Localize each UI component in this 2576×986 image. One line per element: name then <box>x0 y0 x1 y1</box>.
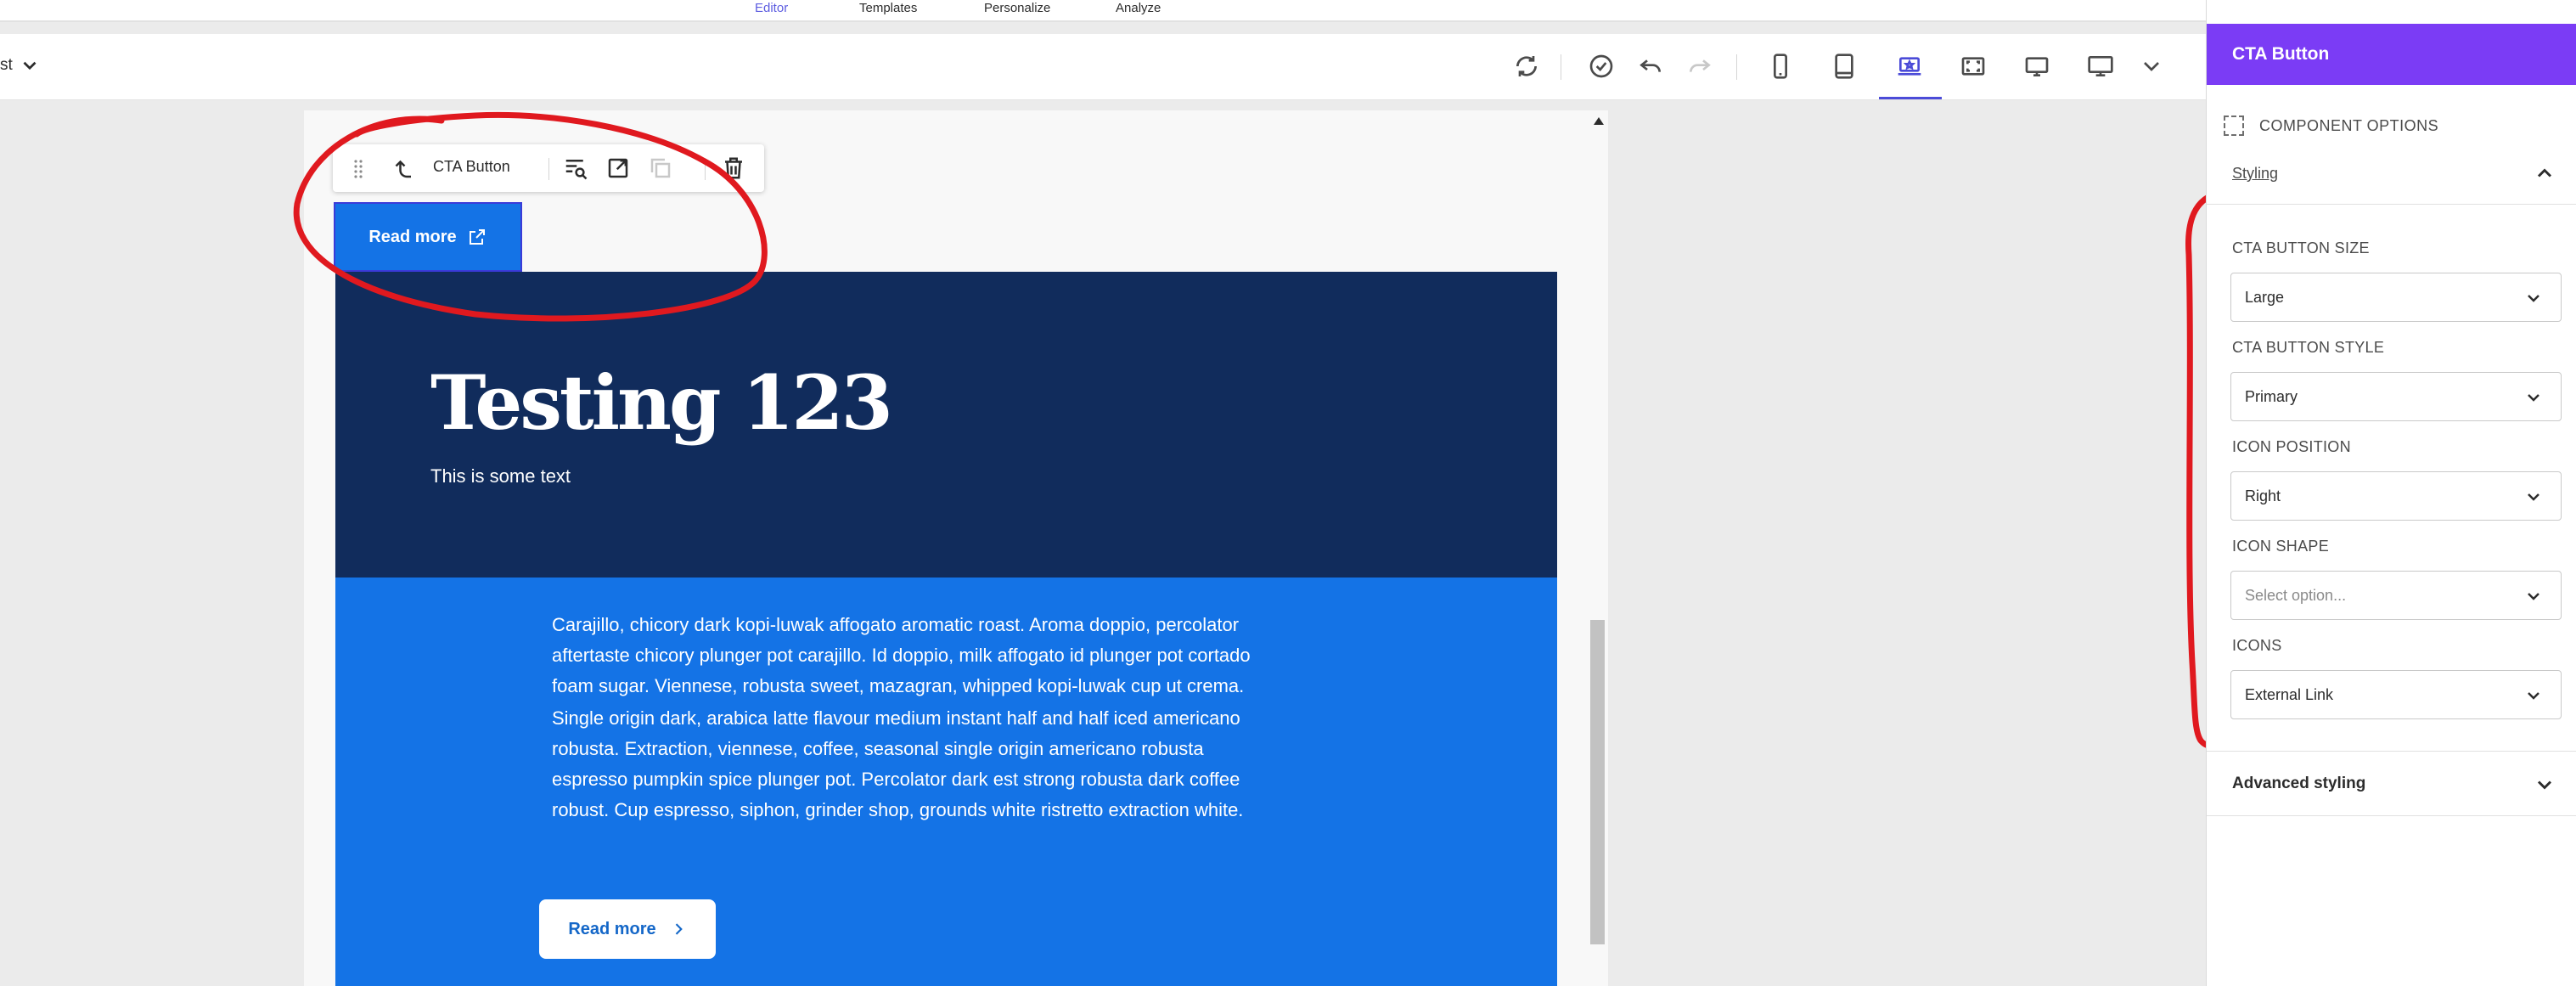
nav-tab-analyze[interactable]: Analyze <box>1116 1 1161 15</box>
icon-position-select[interactable]: Right <box>2230 471 2562 521</box>
drag-handle-icon[interactable] <box>350 153 367 183</box>
cta-button-label: Read more <box>368 227 457 246</box>
hero-subtitle: This is some text <box>430 465 571 487</box>
panel-divider <box>2207 815 2576 816</box>
selected-cta-button[interactable]: Read more <box>334 202 522 272</box>
canvas-scrollbar[interactable] <box>1590 620 1605 944</box>
panel-title: CTA Button <box>2232 44 2330 64</box>
hero-title: Testing 123 <box>430 358 893 447</box>
active-device-indicator <box>1879 97 1942 99</box>
chevron-down-icon <box>2528 493 2539 501</box>
nav-tab-templates[interactable]: Templates <box>859 1 917 15</box>
tablet-icon[interactable] <box>1829 51 1859 82</box>
content-section[interactable]: Carajillo, chicory dark kopi-luwak affog… <box>335 578 1557 986</box>
chevron-down-icon <box>2528 692 2539 700</box>
body-paragraph: Single origin dark, arabica latte flavou… <box>552 707 1244 820</box>
nav-tab-personalize[interactable]: Personalize <box>984 1 1050 15</box>
scroll-up-arrow-icon[interactable] <box>1594 117 1604 125</box>
laptop-star-icon[interactable] <box>1894 51 1925 82</box>
select-value: Right <box>2245 487 2281 504</box>
cta-button-size-select[interactable]: Large <box>2230 273 2562 322</box>
breadcrumb[interactable]: st <box>0 56 13 75</box>
component-toolbar: CTA Button <box>333 144 764 192</box>
check-circle-icon[interactable] <box>1586 51 1617 82</box>
select-value: External Link <box>2245 686 2334 703</box>
fullscreen-icon[interactable] <box>1958 51 1988 82</box>
panel-divider <box>2207 751 2576 752</box>
duplicate-icon[interactable] <box>645 153 676 183</box>
undo-icon[interactable] <box>1635 51 1666 82</box>
selection-box-icon <box>2224 116 2244 136</box>
chevron-down-icon <box>2528 593 2539 600</box>
open-external-icon[interactable] <box>603 153 633 183</box>
icon-shape-select[interactable]: Select option... <box>2230 571 2562 620</box>
styling-tab[interactable]: Styling <box>2232 165 2278 183</box>
field-label-icons: ICONS <box>2232 637 2282 654</box>
read-more-label: Read more <box>568 919 656 938</box>
chevron-right-icon <box>675 923 683 935</box>
toolbar-divider <box>548 158 549 180</box>
icons-select[interactable]: External Link <box>2230 670 2562 719</box>
select-value: Primary <box>2245 388 2298 405</box>
chevron-down-icon[interactable] <box>2136 51 2167 82</box>
chevron-down-icon[interactable] <box>19 54 41 76</box>
delete-icon[interactable] <box>718 153 749 183</box>
chevron-up-icon[interactable] <box>2533 161 2556 185</box>
desktop-icon[interactable] <box>2022 51 2052 82</box>
mobile-icon[interactable] <box>1765 51 1796 82</box>
panel-header: CTA Button <box>2207 24 2576 85</box>
toolbar-divider <box>705 158 706 180</box>
external-link-icon <box>469 229 485 245</box>
hero-section[interactable]: Testing 123 This is some text <box>335 272 1557 578</box>
component-options-label[interactable]: COMPONENT OPTIONS <box>2259 117 2438 135</box>
field-label-icon-shape: ICON SHAPE <box>2232 538 2330 555</box>
editor-toolbar: st <box>0 34 2206 100</box>
field-label-cta-button-style: CTA BUTTON STYLE <box>2232 339 2385 356</box>
field-label-icon-position: ICON POSITION <box>2232 438 2351 455</box>
inspect-icon[interactable] <box>560 153 591 183</box>
monitor-icon[interactable] <box>2085 51 2116 82</box>
chevron-down-icon <box>2528 394 2539 402</box>
body-paragraph: Carajillo, chicory dark kopi-luwak affog… <box>552 614 1251 696</box>
read-more-button[interactable]: Read more <box>539 899 716 959</box>
chevron-down-icon[interactable] <box>2533 773 2556 797</box>
chevron-down-icon <box>2528 295 2539 302</box>
nav-tab-editor[interactable]: Editor <box>755 1 788 15</box>
redo-icon[interactable] <box>1685 51 1715 82</box>
select-value: Large <box>2245 289 2285 306</box>
select-parent-icon[interactable] <box>387 153 418 183</box>
field-label-cta-button-size: CTA BUTTON SIZE <box>2232 239 2370 256</box>
toolbar-divider <box>1736 54 1737 80</box>
select-placeholder: Select option... <box>2245 587 2347 604</box>
top-navigation: Editor Templates Personalize Analyze <box>0 0 2206 22</box>
refresh-icon[interactable] <box>1511 51 1542 82</box>
properties-panel: CTA Button COMPONENT OPTIONS Styling CTA… <box>2206 0 2576 986</box>
component-name-label: CTA Button <box>433 158 510 175</box>
cta-button-style-select[interactable]: Primary <box>2230 372 2562 421</box>
panel-divider <box>2207 204 2576 205</box>
advanced-styling-toggle[interactable]: Advanced styling <box>2232 775 2365 793</box>
